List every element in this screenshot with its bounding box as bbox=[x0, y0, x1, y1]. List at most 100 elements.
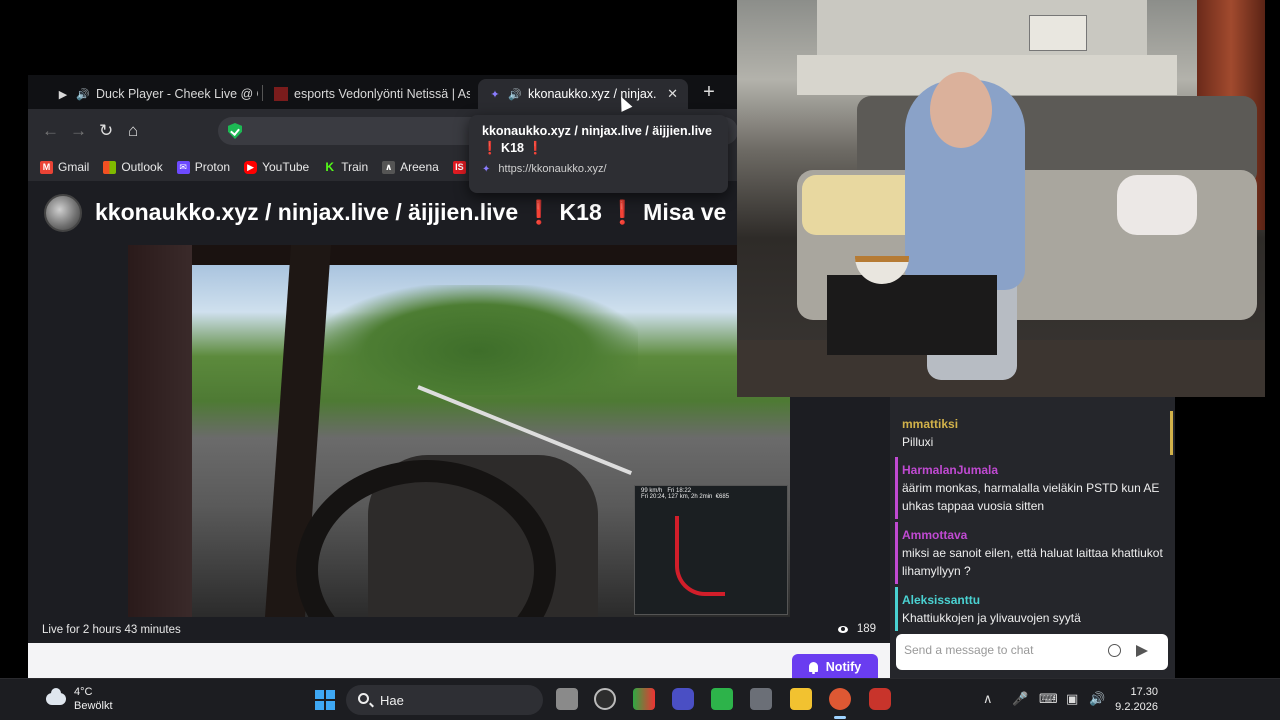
proton-icon: ✉ bbox=[176, 160, 190, 174]
tab-tooltip: kkonaukko.xyz / ninjax.live / äijjien.li… bbox=[469, 115, 728, 193]
areena-icon: ∧ bbox=[382, 160, 396, 174]
shield-icon bbox=[228, 123, 242, 139]
photos-icon[interactable] bbox=[633, 688, 655, 710]
chat-text: Pilluxi bbox=[902, 435, 934, 449]
notify-label: Notify bbox=[825, 660, 862, 674]
task-view-icon[interactable] bbox=[556, 688, 578, 710]
bookmark-outlook[interactable]: Outlook bbox=[103, 160, 163, 174]
gps-info: 99 km/h Fri 18:22 Fri 20:24, 127 km, 2h … bbox=[641, 488, 729, 500]
kick-favicon: ✦ bbox=[482, 163, 491, 175]
kick-icon: K bbox=[325, 159, 335, 174]
close-tab-icon[interactable]: ✕ bbox=[667, 86, 678, 102]
exclamation-icon: ❗ bbox=[482, 141, 498, 155]
clock[interactable]: 17.30 9.2.2026 bbox=[1112, 685, 1158, 715]
chrome-icon[interactable] bbox=[594, 688, 616, 710]
volume-icon[interactable]: 🔊 bbox=[1089, 691, 1105, 707]
tab-duck-player[interactable]: ▶ 🔊 Duck Player - Cheek Live @ Oly bbox=[46, 79, 258, 109]
chat-highlight-bar bbox=[895, 522, 898, 584]
live-info-bar: Live for 2 hours 43 minutes 189 bbox=[28, 617, 890, 643]
chat-highlight-bar bbox=[1170, 411, 1173, 455]
file-explorer-icon[interactable] bbox=[790, 688, 812, 710]
chevron-up-icon[interactable]: ∧ bbox=[983, 691, 993, 707]
gps-eta: Fri 20:24, 127 km, 2h 2min bbox=[641, 494, 713, 500]
trees bbox=[318, 285, 638, 395]
speaker-icon: 🔊 bbox=[508, 88, 522, 101]
taskbar: 4°C Bewölkt Hae ∧ 🎤 ⌨ ▣ 🔊 17.30 9.2.2026 bbox=[0, 678, 1280, 720]
chat-username[interactable]: mmattiksi bbox=[902, 415, 1165, 433]
chat-text: äärim monkas, harmalalla vieläkin PSTD k… bbox=[902, 481, 1160, 513]
viewer-count: 189 bbox=[837, 623, 876, 635]
tooltip-title-text: K18 bbox=[497, 141, 528, 155]
forward-icon[interactable]: → bbox=[70, 121, 87, 141]
bookmark-label: Train bbox=[341, 160, 369, 174]
windows-start-icon[interactable] bbox=[315, 690, 335, 710]
home-icon[interactable]: ⌂ bbox=[128, 121, 138, 141]
taskbar-search[interactable]: Hae bbox=[346, 685, 543, 715]
microphone-icon[interactable]: 🎤 bbox=[1012, 691, 1028, 707]
chat-username[interactable]: HarmalanJumala bbox=[902, 461, 1165, 479]
keyboard-icon[interactable]: ⌨ bbox=[1039, 691, 1058, 707]
back-icon[interactable]: ← bbox=[42, 121, 59, 141]
live-duration: Live for 2 hours 43 minutes bbox=[42, 624, 181, 636]
chat-username[interactable]: Aleksissanttu bbox=[902, 591, 1165, 609]
game-app-icon[interactable] bbox=[869, 688, 891, 710]
chart-app-icon[interactable] bbox=[711, 688, 733, 710]
exclamation-icon: ❗ bbox=[608, 199, 637, 225]
gps-minimap: 99 km/h Fri 18:22 Fri 20:24, 127 km, 2h … bbox=[634, 485, 788, 615]
tooltip-url: ✦ https://kkonaukko.xyz/ bbox=[482, 163, 715, 175]
chat-message: mmattiksi Pilluxi bbox=[890, 411, 1175, 455]
chat-input-box bbox=[896, 634, 1168, 670]
bookmark-gmail[interactable]: M Gmail bbox=[40, 160, 89, 174]
play-icon: ▶ bbox=[58, 88, 68, 101]
bookmark-train[interactable]: K Train bbox=[323, 160, 368, 174]
eye-icon bbox=[837, 625, 848, 633]
tab-kkonaukko[interactable]: ✦ 🔊 kkonaukko.xyz / ninjax.live ✕ bbox=[478, 79, 688, 109]
stream-title-text: Misa ve bbox=[636, 199, 727, 225]
chat-highlight-bar bbox=[895, 457, 898, 519]
tab-label: Duck Player - Cheek Live @ Oly bbox=[96, 87, 258, 101]
search-label: Hae bbox=[380, 693, 404, 708]
search-icon bbox=[358, 693, 369, 704]
chat-input[interactable] bbox=[904, 643, 1094, 657]
bookmark-proton[interactable]: ✉ Proton bbox=[176, 160, 230, 174]
stream-title: kkonaukko.xyz / ninjax.live / äijjien.li… bbox=[95, 199, 726, 226]
notify-button[interactable]: Notify bbox=[792, 654, 878, 680]
obs-icon[interactable] bbox=[672, 688, 694, 710]
tab-esports[interactable]: esports Vedonlyönti Netissä | Asetu bbox=[264, 79, 470, 109]
duckduckgo-icon[interactable] bbox=[829, 688, 851, 710]
webcam-overlay bbox=[737, 0, 1265, 397]
weather-widget[interactable]: 4°C Bewölkt bbox=[46, 685, 113, 713]
speaker-icon: 🔊 bbox=[76, 88, 90, 101]
pillow bbox=[1117, 175, 1197, 235]
chat-username[interactable]: Ammottava bbox=[902, 526, 1165, 544]
network-icon[interactable]: ▣ bbox=[1066, 691, 1078, 707]
send-icon[interactable] bbox=[1136, 645, 1148, 657]
chat-message: Ammottava miksi ae sanoit eilen, että ha… bbox=[890, 522, 1175, 584]
video-player[interactable]: 99 km/h Fri 18:22 Fri 20:24, 127 km, 2h … bbox=[128, 245, 790, 617]
bookmark-areena[interactable]: ∧ Areena bbox=[382, 160, 439, 174]
bookmark-label: Areena bbox=[400, 160, 439, 174]
bell-icon bbox=[808, 662, 818, 674]
calculator-icon[interactable] bbox=[750, 688, 772, 710]
emoji-icon[interactable] bbox=[1108, 644, 1121, 657]
stream-title-text: kkonaukko.xyz / ninjax.live / äijjien.li… bbox=[95, 199, 525, 225]
person-head bbox=[930, 72, 992, 148]
kitchen-cabinets bbox=[817, 0, 1147, 60]
esports-favicon bbox=[274, 87, 288, 101]
truck-cab-door bbox=[128, 245, 192, 617]
channel-avatar[interactable] bbox=[44, 194, 82, 232]
clock-date: 9.2.2026 bbox=[1115, 701, 1158, 713]
viewer-number: 189 bbox=[856, 623, 876, 635]
gps-route bbox=[675, 516, 725, 596]
bookmark-youtube[interactable]: ▶ YouTube bbox=[244, 160, 309, 174]
active-app-indicator bbox=[834, 716, 846, 719]
is-icon: IS bbox=[452, 160, 466, 174]
reload-icon[interactable]: ↻ bbox=[99, 121, 113, 141]
chat-highlight-bar bbox=[895, 587, 898, 631]
bookmark-label: Outlook bbox=[121, 160, 163, 174]
tooltip-title: kkonaukko.xyz / ninjax.live / äijjien.li… bbox=[482, 123, 715, 157]
microsoft-icon bbox=[103, 160, 117, 174]
new-tab-button[interactable]: + bbox=[700, 81, 718, 104]
exclamation-icon: ❗ bbox=[524, 199, 554, 225]
tab-divider bbox=[262, 85, 263, 101]
